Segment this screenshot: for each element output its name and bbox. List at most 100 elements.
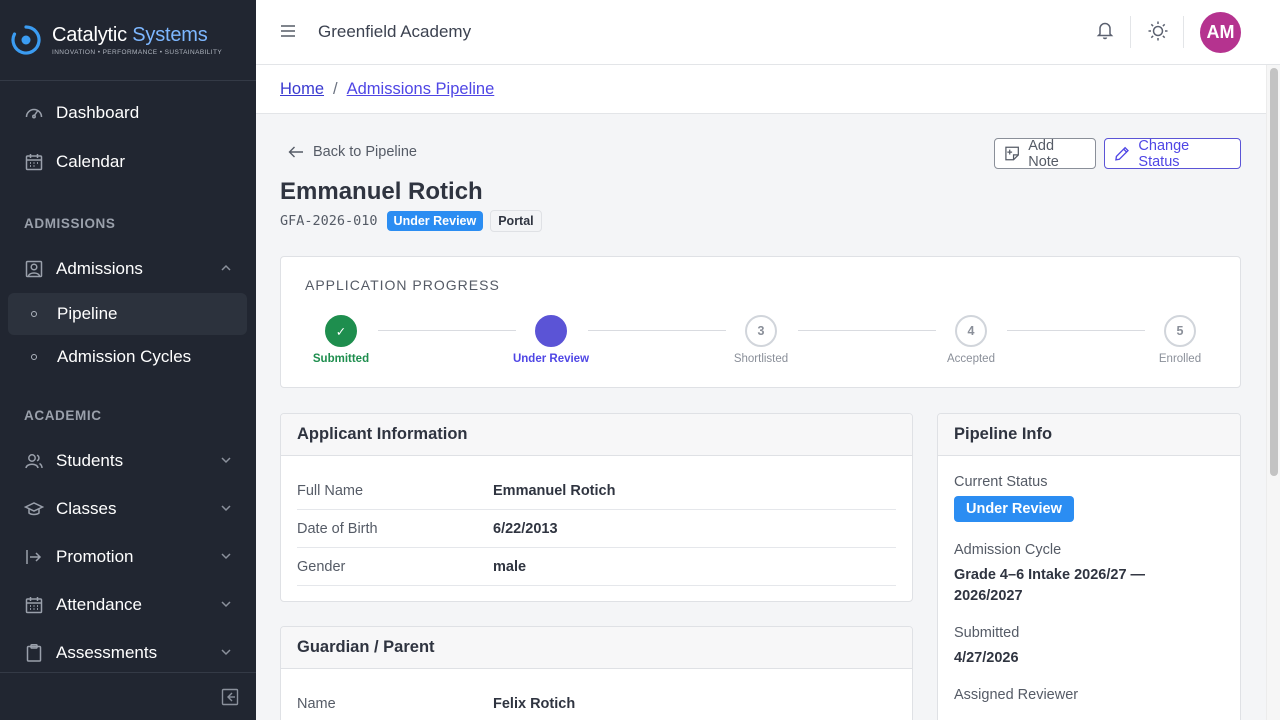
sidebar-item-label: Assessments xyxy=(56,643,158,662)
step-label: Enrolled xyxy=(1158,353,1202,365)
bullet-icon xyxy=(31,311,37,317)
card-title: Guardian / Parent xyxy=(281,627,912,669)
sidebar-item-label: Attendance xyxy=(56,595,143,614)
submitted-label: Submitted xyxy=(954,625,1020,641)
sidebar-item-admission-cycles[interactable]: Admission Cycles xyxy=(8,336,247,378)
gauge-icon xyxy=(24,103,44,123)
pencil-icon xyxy=(1115,146,1129,161)
field-label: Full Name xyxy=(297,482,364,499)
sidebar-footer xyxy=(0,672,256,720)
promotion-icon xyxy=(24,547,44,567)
step-label: Shortlisted xyxy=(733,353,789,365)
assigned-reviewer-label: Assigned Reviewer xyxy=(954,687,1079,703)
section-title-admissions: ADMISSIONS xyxy=(24,216,116,231)
step-label: Submitted xyxy=(312,353,370,365)
back-to-pipeline-link[interactable]: Back to Pipeline xyxy=(288,144,417,160)
calendar-icon xyxy=(24,152,44,172)
field-value: 6/22/2013 xyxy=(493,520,558,537)
current-status-label: Current Status xyxy=(954,474,1048,490)
sidebar-item-dashboard[interactable]: Dashboard xyxy=(8,92,247,134)
breadcrumb-home-link[interactable]: Home xyxy=(280,80,324,99)
card-title: Applicant Information xyxy=(281,414,912,456)
sidebar-item-students[interactable]: Students xyxy=(8,440,247,482)
applicant-information-card: Applicant Information Full Name Emmanuel… xyxy=(280,413,913,602)
section-title-academic: ACADEMIC xyxy=(24,408,102,423)
note-add-icon xyxy=(1005,146,1019,161)
status-badge: Under Review xyxy=(386,210,484,231)
breadcrumb-current-link[interactable]: Admissions Pipeline xyxy=(347,80,495,99)
change-status-button[interactable]: Change Status xyxy=(1104,137,1241,170)
progress-step-enrolled: 5 Enrolled xyxy=(1135,315,1225,365)
field-label: Gender xyxy=(297,558,346,575)
chevron-down-icon xyxy=(221,649,231,656)
students-icon xyxy=(24,451,44,471)
school-name: Greenfield Academy xyxy=(318,22,472,41)
step-connector xyxy=(588,330,726,331)
submitted-value: 4/27/2026 xyxy=(954,650,1019,666)
guardian-card: Guardian / Parent Name Felix Rotich xyxy=(280,626,913,720)
application-progress-card: APPLICATION PROGRESS ✓ Submitted Under R… xyxy=(280,256,1241,388)
change-status-label: Change Status xyxy=(1138,137,1190,170)
page-scrollbar[interactable] xyxy=(1266,65,1280,720)
step-label: Under Review xyxy=(512,353,590,365)
user-avatar[interactable]: AM xyxy=(1200,12,1241,53)
sidebar-item-promotion[interactable]: Promotion xyxy=(8,536,247,578)
brand[interactable]: Catalytic Systems INNOVATION • PERFORMAN… xyxy=(0,0,256,81)
clipboard-icon xyxy=(24,643,44,663)
admission-cycle-value: Grade 4–6 Intake 2026/27 — 2026/2027 xyxy=(954,567,1146,604)
chevron-down-icon xyxy=(221,457,231,464)
info-row-date-of-birth: Date of Birth 6/22/2013 xyxy=(297,510,896,548)
sidebar-item-classes[interactable]: Classes xyxy=(8,488,247,530)
card-title: Pipeline Info xyxy=(938,414,1240,456)
step-label: Accepted xyxy=(947,353,995,365)
bell-icon[interactable] xyxy=(1096,20,1114,40)
graduation-cap-icon xyxy=(24,499,44,519)
step-current-marker xyxy=(535,315,567,347)
field-label: Name xyxy=(297,695,336,712)
application-id: GFA-2026-010 xyxy=(280,212,378,229)
sidebar-item-label: Admissions xyxy=(56,259,143,278)
breadcrumb: Home / Admissions Pipeline xyxy=(256,65,1266,114)
step-number: 3 xyxy=(745,315,777,347)
add-note-button[interactable]: Add Note xyxy=(994,137,1096,170)
brand-name-accent: Systems xyxy=(132,24,208,46)
sidebar-item-calendar[interactable]: Calendar xyxy=(8,141,247,183)
applicant-name-heading: Emmanuel Rotich xyxy=(280,178,483,205)
sun-icon[interactable] xyxy=(1147,20,1169,42)
sidebar-item-pipeline[interactable]: Pipeline xyxy=(8,293,247,335)
add-note-label: Add Note xyxy=(1028,137,1059,170)
brand-name-primary: Catalytic xyxy=(52,24,127,46)
calendar-check-icon xyxy=(24,595,44,615)
sidebar-item-label: Dashboard xyxy=(56,103,140,122)
brand-name: Catalytic Systems xyxy=(52,24,222,47)
header-divider xyxy=(1183,16,1184,48)
scrollbar-thumb[interactable] xyxy=(1270,68,1278,476)
info-row-full-name: Full Name Emmanuel Rotich xyxy=(297,472,896,510)
field-label: Date of Birth xyxy=(297,520,378,537)
bullet-icon xyxy=(31,354,37,360)
application-meta: GFA-2026-010 Under Review Portal xyxy=(280,209,542,232)
sidebar-item-label: Admission Cycles xyxy=(57,347,192,366)
sidebar-collapse-icon[interactable] xyxy=(221,688,239,706)
top-header: Greenfield Academy AM xyxy=(256,0,1280,65)
hamburger-menu-icon[interactable] xyxy=(279,22,297,40)
sidebar-item-label: Calendar xyxy=(56,152,125,171)
sidebar: Catalytic Systems INNOVATION • PERFORMAN… xyxy=(0,0,256,720)
sidebar-item-assessments[interactable]: Assessments xyxy=(8,632,247,674)
header-divider xyxy=(1130,16,1131,48)
current-status-badge: Under Review xyxy=(954,496,1074,522)
chevron-up-icon xyxy=(221,264,231,271)
step-connector xyxy=(798,330,936,331)
step-connector xyxy=(378,330,516,331)
progress-step-under-review: Under Review xyxy=(506,315,596,365)
sidebar-item-label: Classes xyxy=(56,499,117,518)
brand-logo-icon xyxy=(11,25,41,55)
sidebar-nav: Dashboard Calendar ADMISSIONS Admissions… xyxy=(0,81,256,672)
sidebar-item-label: Students xyxy=(56,451,124,470)
brand-tagline: INNOVATION • PERFORMANCE • SUSTAINABILIT… xyxy=(52,49,223,56)
sidebar-item-attendance[interactable]: Attendance xyxy=(8,584,247,626)
sidebar-item-admissions[interactable]: Admissions xyxy=(8,248,247,290)
sidebar-item-label: Pipeline xyxy=(57,304,118,323)
admissions-icon xyxy=(24,259,44,279)
chevron-down-icon xyxy=(221,553,231,560)
